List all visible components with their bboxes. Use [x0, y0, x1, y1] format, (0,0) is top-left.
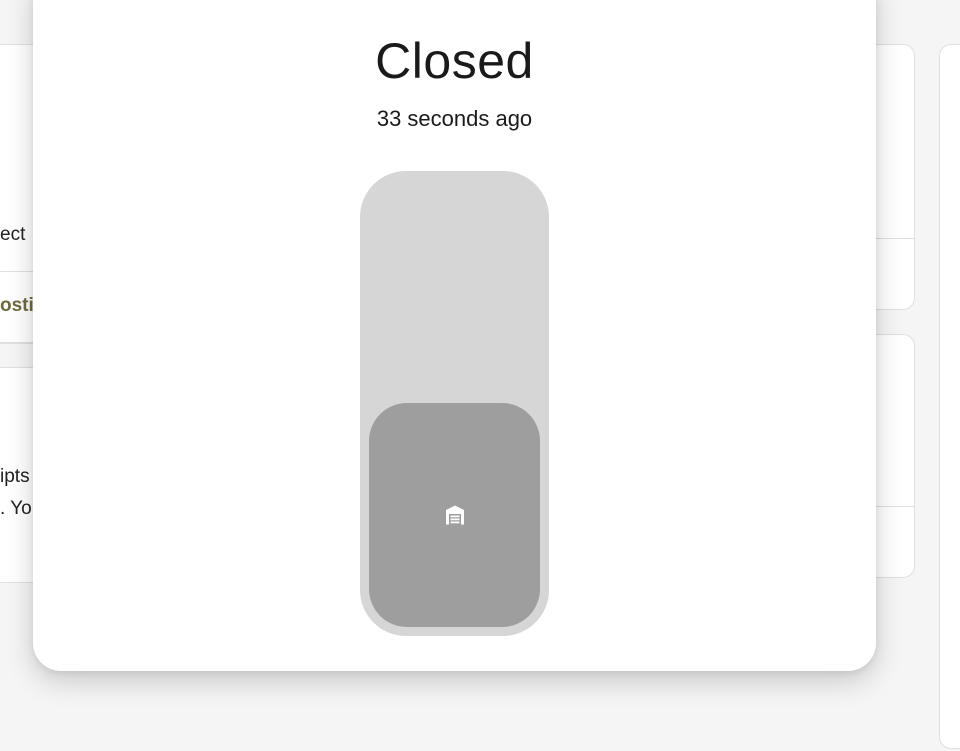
card-text: ect [0, 224, 26, 245]
card-text: . Yo [0, 498, 32, 519]
background-card [939, 44, 960, 749]
card-text: ipts [0, 466, 30, 487]
garage-icon [443, 503, 467, 527]
cover-position-fill[interactable] [369, 403, 540, 627]
more-info-dialog: Closed 33 seconds ago [33, 0, 876, 671]
state-title: Closed [375, 33, 534, 89]
card-link[interactable]: osti [0, 295, 34, 317]
cover-position-slider[interactable] [360, 171, 549, 636]
last-changed-time: 33 seconds ago [376, 106, 533, 131]
